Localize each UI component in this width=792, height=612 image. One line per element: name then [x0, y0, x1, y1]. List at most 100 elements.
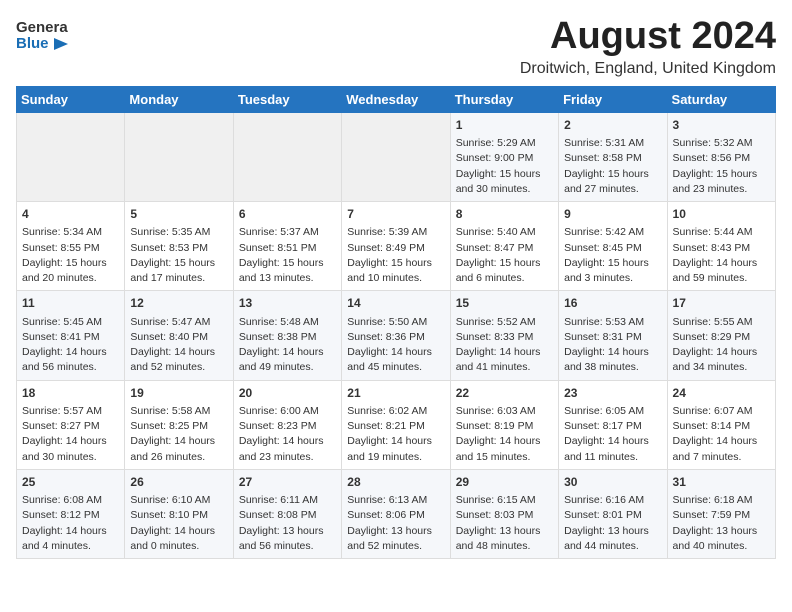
day-cell: 4Sunrise: 5:34 AMSunset: 8:55 PMDaylight… — [17, 202, 125, 291]
day-cell: 24 Sunrise: 6:07 AMSunset: 8:14 PMDayligh… — [667, 380, 775, 469]
day-number: 10 — [673, 206, 770, 223]
day-cell: 22Sunrise: 6:03 AMSunset: 8:19 PMDayligh… — [450, 380, 558, 469]
day-number: 3 — [673, 117, 770, 134]
sunrise-text: Sunrise: 6:00 AM — [239, 404, 336, 419]
daylight-text: Daylight: 15 hours and 27 minutes. — [564, 167, 661, 197]
sunset-text: Sunset: 8:41 PM — [22, 330, 119, 345]
sunrise-text: Sunrise: 6:18 AM — [673, 493, 770, 508]
sunrise-text: Sunrise: 5:34 AM — [22, 225, 119, 240]
day-number: 4 — [22, 206, 119, 223]
day-number: 24 — [673, 385, 770, 402]
day-number: 8 — [456, 206, 553, 223]
day-cell: 18Sunrise: 5:57 AMSunset: 8:27 PMDayligh… — [17, 380, 125, 469]
day-number: 9 — [564, 206, 661, 223]
weekday-header-row: SundayMondayTuesdayWednesdayThursdayFrid… — [17, 86, 776, 112]
sunset-text: Sunset: 8:06 PM — [347, 508, 444, 523]
sunset-text: Sunset: 8:36 PM — [347, 330, 444, 345]
day-number: 22 — [456, 385, 553, 402]
daylight-text: Daylight: 15 hours and 13 minutes. — [239, 256, 336, 286]
sunset-text: Sunset: 8:56 PM — [673, 151, 770, 166]
sunset-text: Sunset: 8:21 PM — [347, 419, 444, 434]
sunrise-text: Sunrise: 5:35 AM — [130, 225, 227, 240]
sunrise-text: Sunrise: 6:07 AM — [673, 404, 770, 419]
day-cell: 11Sunrise: 5:45 AMSunset: 8:41 PMDayligh… — [17, 291, 125, 380]
month-title: August 2024 — [520, 16, 776, 58]
day-cell: 31Sunrise: 6:18 AMSunset: 7:59 PMDayligh… — [667, 469, 775, 558]
day-cell: 3Sunrise: 5:32 AMSunset: 8:56 PMDaylight… — [667, 112, 775, 201]
day-number: 26 — [130, 474, 227, 491]
day-cell: 26Sunrise: 6:10 AMSunset: 8:10 PMDayligh… — [125, 469, 233, 558]
day-number: 13 — [239, 295, 336, 312]
sunset-text: Sunset: 8:49 PM — [347, 241, 444, 256]
daylight-text: Daylight: 14 hours and 34 minutes. — [673, 345, 770, 375]
day-cell — [17, 112, 125, 201]
daylight-text: Daylight: 14 hours and 30 minutes. — [22, 434, 119, 464]
sunset-text: Sunset: 8:25 PM — [130, 419, 227, 434]
day-number: 19 — [130, 385, 227, 402]
sunrise-text: Sunrise: 6:05 AM — [564, 404, 661, 419]
day-number: 7 — [347, 206, 444, 223]
daylight-text: Daylight: 14 hours and 11 minutes. — [564, 434, 661, 464]
day-number: 23 — [564, 385, 661, 402]
sunrise-text: Sunrise: 5:58 AM — [130, 404, 227, 419]
sunrise-text: Sunrise: 5:29 AM — [456, 136, 553, 151]
sunset-text: Sunset: 8:58 PM — [564, 151, 661, 166]
daylight-text: Daylight: 14 hours and 4 minutes. — [22, 524, 119, 554]
day-cell — [342, 112, 450, 201]
daylight-text: Daylight: 14 hours and 49 minutes. — [239, 345, 336, 375]
sunset-text: Sunset: 8:23 PM — [239, 419, 336, 434]
sunrise-text: Sunrise: 5:40 AM — [456, 225, 553, 240]
day-cell: 12Sunrise: 5:47 AMSunset: 8:40 PMDayligh… — [125, 291, 233, 380]
daylight-text: Daylight: 14 hours and 41 minutes. — [456, 345, 553, 375]
sunrise-text: Sunrise: 5:48 AM — [239, 315, 336, 330]
sunset-text: Sunset: 8:01 PM — [564, 508, 661, 523]
day-number: 6 — [239, 206, 336, 223]
day-number: 21 — [347, 385, 444, 402]
sunset-text: Sunset: 8:08 PM — [239, 508, 336, 523]
weekday-header-friday: Friday — [559, 86, 667, 112]
day-cell — [233, 112, 341, 201]
day-number: 15 — [456, 295, 553, 312]
day-cell: 20Sunrise: 6:00 AMSunset: 8:23 PMDayligh… — [233, 380, 341, 469]
day-number: 18 — [22, 385, 119, 402]
sunset-text: Sunset: 8:10 PM — [130, 508, 227, 523]
daylight-text: Daylight: 15 hours and 17 minutes. — [130, 256, 227, 286]
sunrise-text: Sunrise: 5:42 AM — [564, 225, 661, 240]
weekday-header-saturday: Saturday — [667, 86, 775, 112]
title-area: August 2024 Droitwich, England, United K… — [520, 16, 776, 78]
daylight-text: Daylight: 13 hours and 48 minutes. — [456, 524, 553, 554]
sunset-text: Sunset: 8:14 PM — [673, 419, 770, 434]
day-cell: 2Sunrise: 5:31 AMSunset: 8:58 PMDaylight… — [559, 112, 667, 201]
sunrise-text: Sunrise: 6:03 AM — [456, 404, 553, 419]
location-title: Droitwich, England, United Kingdom — [520, 60, 776, 78]
sunrise-text: Sunrise: 5:55 AM — [673, 315, 770, 330]
sunset-text: Sunset: 8:51 PM — [239, 241, 336, 256]
day-cell: 1Sunrise: 5:29 AMSunset: 9:00 PMDaylight… — [450, 112, 558, 201]
day-number: 30 — [564, 474, 661, 491]
day-number: 1 — [456, 117, 553, 134]
day-cell: 5Sunrise: 5:35 AMSunset: 8:53 PMDaylight… — [125, 202, 233, 291]
sunrise-text: Sunrise: 5:39 AM — [347, 225, 444, 240]
day-cell: 14Sunrise: 5:50 AMSunset: 8:36 PMDayligh… — [342, 291, 450, 380]
calendar-table: SundayMondayTuesdayWednesdayThursdayFrid… — [16, 86, 776, 559]
daylight-text: Daylight: 14 hours and 0 minutes. — [130, 524, 227, 554]
sunset-text: Sunset: 8:45 PM — [564, 241, 661, 256]
sunrise-text: Sunrise: 5:57 AM — [22, 404, 119, 419]
sunset-text: Sunset: 8:38 PM — [239, 330, 336, 345]
sunset-text: Sunset: 8:19 PM — [456, 419, 553, 434]
day-cell: 16Sunrise: 5:53 AMSunset: 8:31 PMDayligh… — [559, 291, 667, 380]
sunrise-text: Sunrise: 5:52 AM — [456, 315, 553, 330]
day-number: 25 — [22, 474, 119, 491]
day-cell: 15 Sunrise: 5:52 AMSunset: 8:33 PMDayligh… — [450, 291, 558, 380]
week-row-3: 11Sunrise: 5:45 AMSunset: 8:41 PMDayligh… — [17, 291, 776, 380]
day-cell: 30Sunrise: 6:16 AMSunset: 8:01 PMDayligh… — [559, 469, 667, 558]
sunrise-text: Sunrise: 5:32 AM — [673, 136, 770, 151]
day-cell: 25Sunrise: 6:08 AMSunset: 8:12 PMDayligh… — [17, 469, 125, 558]
sunrise-text: Sunrise: 5:44 AM — [673, 225, 770, 240]
daylight-text: Daylight: 13 hours and 40 minutes. — [673, 524, 770, 554]
daylight-text: Daylight: 14 hours and 7 minutes. — [673, 434, 770, 464]
weekday-header-monday: Monday — [125, 86, 233, 112]
sunrise-text: Sunrise: 5:45 AM — [22, 315, 119, 330]
day-number: 27 — [239, 474, 336, 491]
sunset-text: Sunset: 8:33 PM — [456, 330, 553, 345]
